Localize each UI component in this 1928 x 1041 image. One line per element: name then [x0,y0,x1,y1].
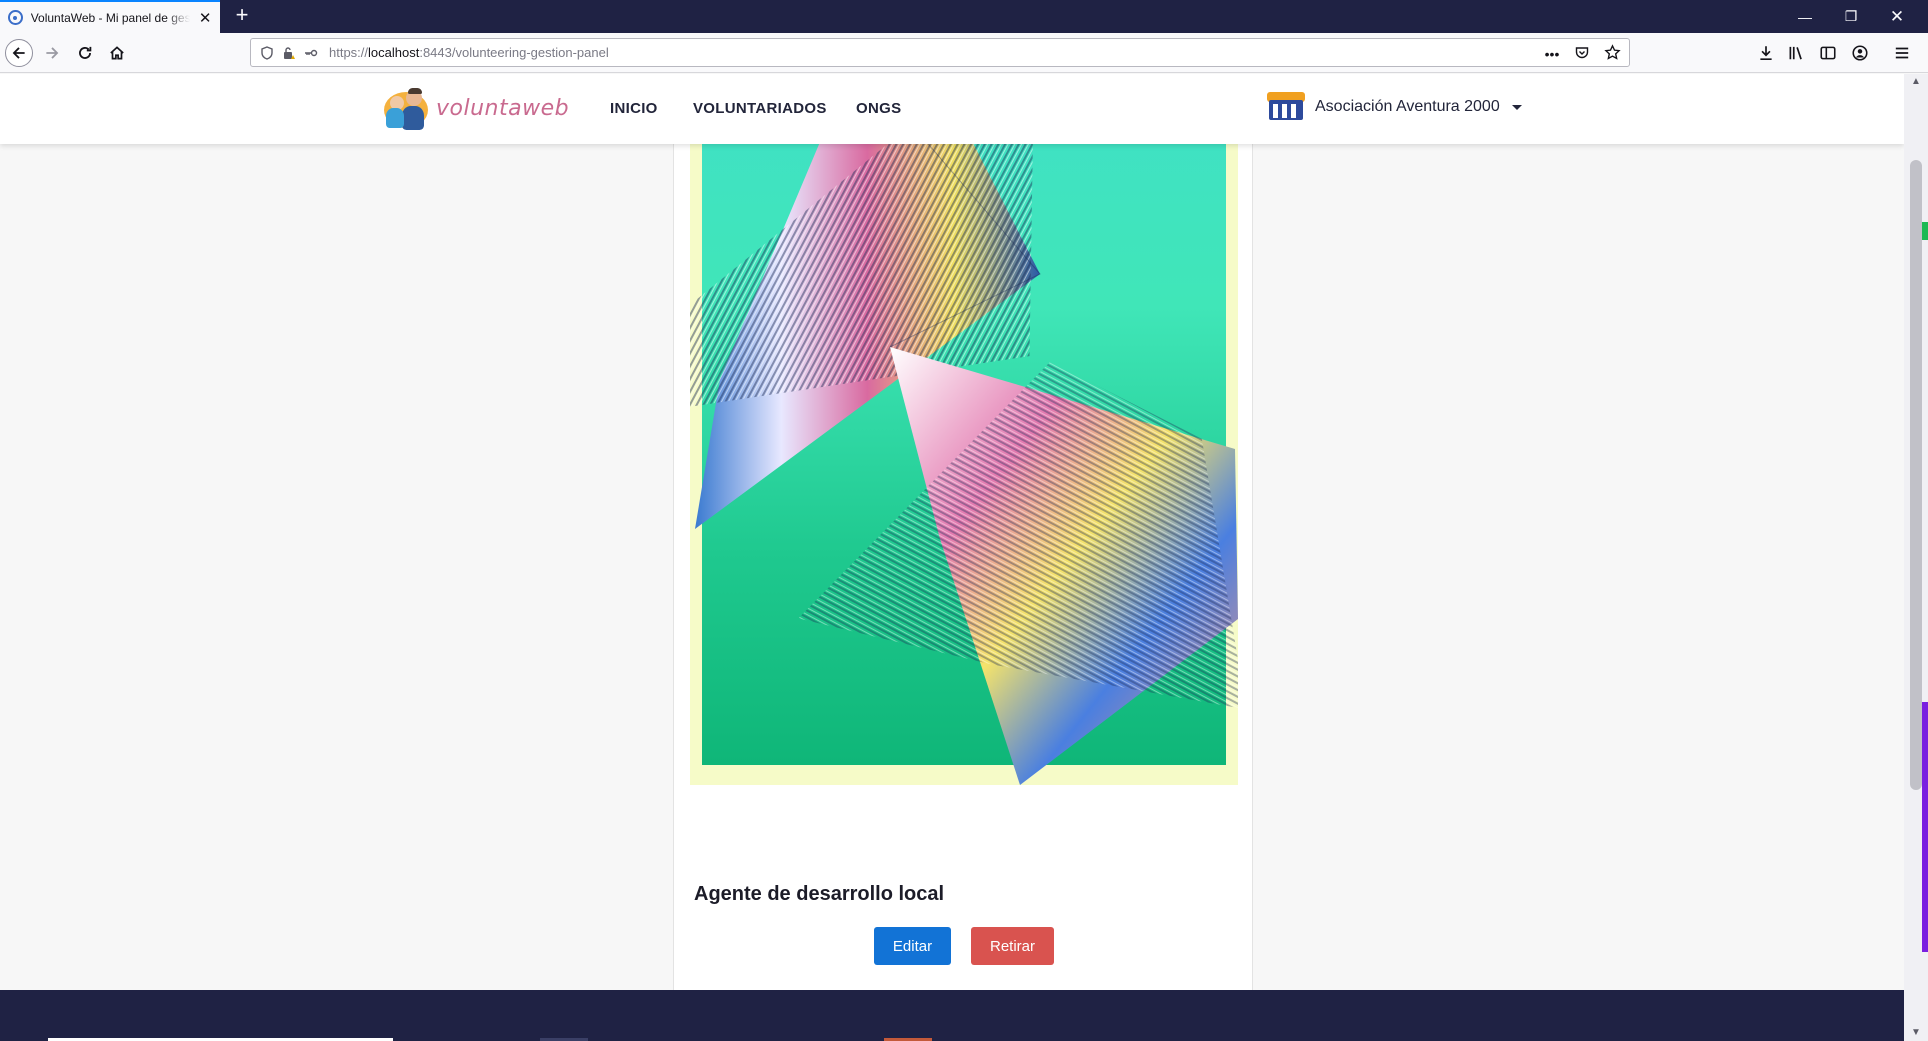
browser-toolbar: https://localhost:8443/volunteering-gest… [0,33,1928,73]
chevron-down-icon [1511,104,1522,110]
menu-button[interactable] [1888,39,1916,67]
remove-button[interactable]: Retirar [971,927,1054,965]
site-footer [0,990,1904,1041]
sidebar-icon [1820,46,1836,60]
library-icon [1789,46,1802,60]
account-button[interactable] [1846,39,1874,67]
reload-button[interactable] [71,39,99,67]
pocket-icon[interactable] [1573,45,1591,64]
page-actions-icon[interactable]: ••• [1543,46,1561,62]
org-name: Asociación Aventura 2000 [1315,98,1500,115]
tracking-shield-icon[interactable] [259,45,275,61]
site-favicon-icon [8,10,23,25]
back-arrow-icon [12,47,25,59]
close-window-icon[interactable]: ✕ [1874,0,1920,33]
back-button[interactable] [5,39,33,67]
logo-text: voluntaweb [436,95,570,121]
nav-inicio[interactable]: INICIO [610,100,658,117]
url-host: localhost [368,45,420,60]
forward-button[interactable] [38,39,66,67]
edit-button[interactable]: Editar [874,927,951,965]
volunteering-image [690,74,1238,785]
url-path: :8443/volunteering-gestion-panel [419,45,609,60]
scrollbar-thumb[interactable] [1910,160,1922,790]
new-tab-button[interactable]: + [230,4,254,28]
browser-tab-bar: VoluntaWeb - Mi panel de gestión ✕ + — ❐… [0,0,1928,33]
nav-voluntariados[interactable]: VOLUNTARIADOS [693,100,827,117]
restore-window-icon[interactable]: ❐ [1828,0,1874,33]
library-button[interactable] [1782,39,1810,67]
card-title: Agente de desarrollo local [694,883,945,905]
page-viewport: voluntaweb INICIO VOLUNTARIADOS ONGS Aso… [0,74,1904,1041]
home-icon [110,46,124,60]
volunteers-logo-icon [384,86,432,130]
forward-arrow-icon [46,47,59,59]
url-scheme: https:// [329,45,369,60]
hamburger-menu-icon [1895,47,1909,59]
scroll-down-icon[interactable]: ▼ [1904,1025,1928,1041]
account-icon [1852,45,1868,61]
site-header: voluntaweb INICIO VOLUNTARIADOS ONGS Aso… [0,74,1904,144]
key-icon[interactable] [303,45,319,61]
scroll-marker [1922,222,1928,240]
tab-close-icon[interactable]: ✕ [198,9,212,27]
downloads-button[interactable] [1752,39,1780,67]
insecure-lock-icon[interactable] [281,45,297,61]
nav-ongs[interactable]: ONGS [856,100,901,117]
home-button[interactable] [103,39,131,67]
volunteering-card: Agente de desarrollo local Editar Retira… [673,74,1253,1041]
sidebar-button[interactable] [1814,39,1842,67]
org-logo-icon [1267,92,1305,122]
browser-tab[interactable]: VoluntaWeb - Mi panel de gestión ✕ [0,0,220,33]
address-bar[interactable]: https://localhost:8443/volunteering-gest… [250,38,1630,67]
scroll-up-icon[interactable]: ▲ [1904,74,1928,90]
reload-icon [79,46,92,59]
tab-title: VoluntaWeb - Mi panel de gestión [30,10,191,25]
minimize-window-icon[interactable]: — [1782,0,1828,33]
url-text[interactable]: https://localhost:8443/volunteering-gest… [329,45,609,60]
voluntaweb-logo[interactable]: voluntaweb [384,86,569,130]
bookmark-star-icon[interactable] [1603,44,1621,64]
scroll-marker [1922,702,1928,952]
download-icon [1760,46,1772,61]
org-account-dropdown[interactable]: Asociación Aventura 2000 [1267,92,1522,122]
